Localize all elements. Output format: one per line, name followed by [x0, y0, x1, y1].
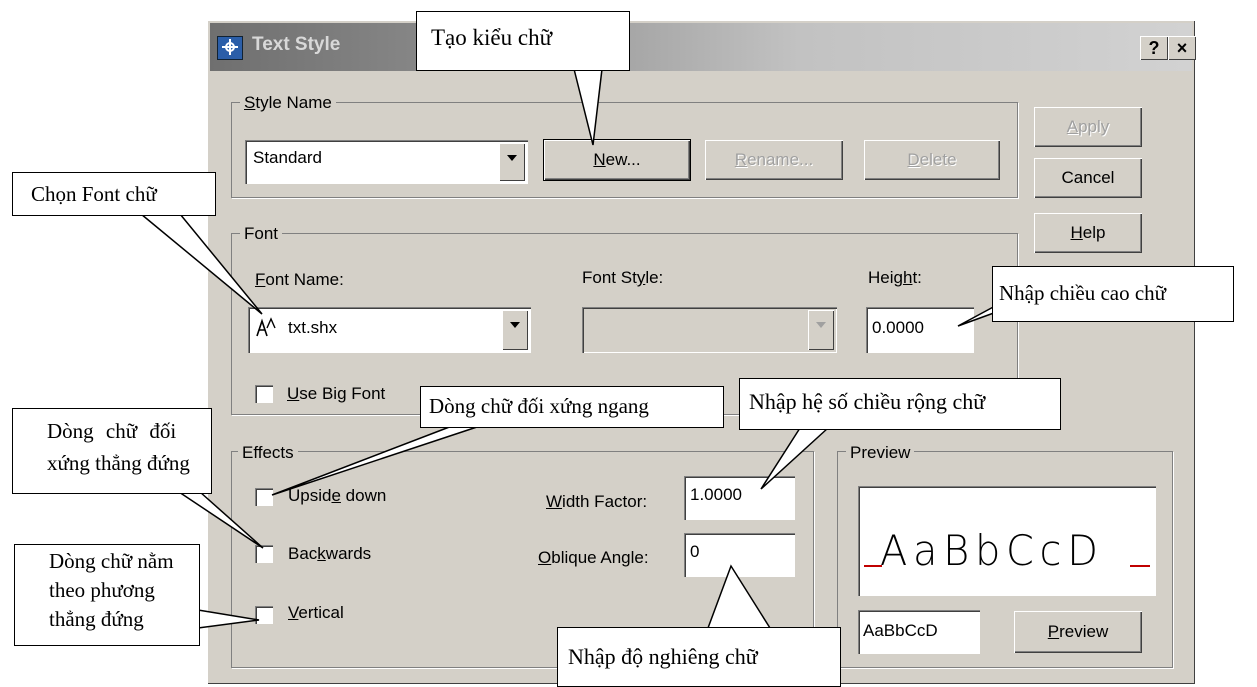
callout-create-style: Tạo kiểu chữ: [416, 11, 630, 71]
callout-horizontal-mirror: Dòng chữ đối xứng ngang: [420, 386, 724, 428]
callout-width-factor: Nhập hệ số chiều rộng chữ: [739, 378, 1061, 430]
callout-vertical: Dòng chữ nằm theo phương thẳng đứng: [14, 544, 200, 646]
pointer-width-factor: [760, 427, 829, 490]
callout-choose-font: Chọn Font chữ: [12, 172, 216, 216]
pointer-choose-font: [140, 213, 263, 315]
pointer-vertical: [197, 609, 260, 629]
pointer-horizontal-mirror: [271, 425, 481, 496]
pointer-create-style: [573, 68, 603, 146]
callout-oblique: Nhập độ nghiêng chữ: [557, 627, 841, 687]
callout-enter-height: Nhập chiều cao chữ: [992, 266, 1234, 322]
pointer-oblique: [707, 564, 771, 629]
callout-vertical-mirror: Dòng chữ đối xứng thẳng đứng: [12, 408, 212, 494]
pointer-vertical-mirror: [178, 491, 264, 549]
